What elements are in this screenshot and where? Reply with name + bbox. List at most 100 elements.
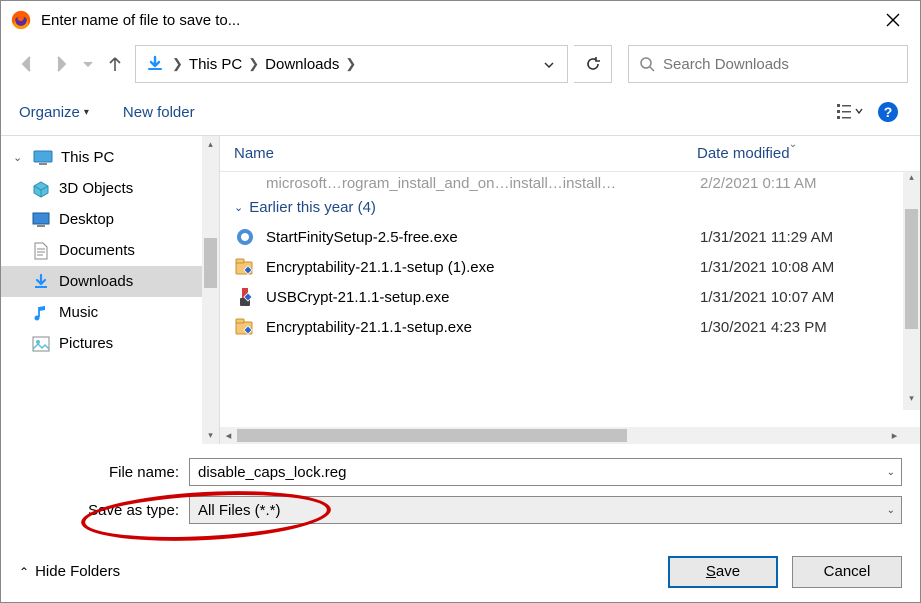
scroll-thumb[interactable] [237,429,627,442]
address-bar[interactable]: ❯ This PC ❯ Downloads ❯ [135,45,568,83]
save-label-rest: ave [716,563,740,580]
music-icon [31,303,51,323]
sidebar-label: This PC [61,149,114,166]
filename-input[interactable] [198,464,893,481]
pc-icon [33,148,53,168]
file-list: microsoft…rogram_install_and_on…install…… [220,172,920,427]
file-date: 1/31/2021 10:07 AM [700,289,920,306]
chevron-right-icon[interactable]: ❯ [341,56,360,72]
chevron-up-icon: ⌃ [19,565,29,579]
file-name: StartFinitySetup-2.5-free.exe [266,229,700,246]
firefox-icon [11,10,31,30]
exe-icon [234,226,256,248]
sort-desc-icon: ⌄ [789,139,797,150]
sidebar-pictures[interactable]: Pictures [1,328,219,359]
help-button[interactable]: ? [874,98,902,126]
up-button[interactable] [101,50,129,78]
titlebar: Enter name of file to save to... [1,1,920,39]
file-date: 1/31/2021 11:29 AM [700,229,920,246]
sidebar-desktop[interactable]: Desktop [1,204,219,235]
organize-label: Organize [19,104,80,121]
list-scrollbar-horizontal[interactable]: ◂ ▸ [220,427,920,444]
close-button[interactable] [870,1,916,39]
group-earlier-this-year[interactable]: ⌄ Earlier this year (4) [220,192,920,222]
downloads-icon [144,53,166,75]
file-name: Encryptability-21.1.1-setup.exe [266,319,700,336]
svg-text:?: ? [884,104,893,120]
inputs-area: File name: ⌄ Save as type: All Files (*.… [1,444,920,540]
recent-dropdown[interactable] [81,50,95,78]
cube-icon [31,179,51,199]
pictures-icon [31,334,51,354]
file-row[interactable]: Encryptability-21.1.1-setup (1).exe 1/31… [220,252,920,282]
scroll-left-icon[interactable]: ◂ [220,429,237,442]
file-date: 2/2/2021 0:11 AM [700,175,920,192]
document-icon [31,241,51,261]
address-dropdown[interactable] [537,55,561,73]
file-row[interactable]: StartFinitySetup-2.5-free.exe 1/31/2021 … [220,222,920,252]
filename-dropdown[interactable]: ⌄ [887,467,895,478]
chevron-right-icon[interactable]: ❯ [168,56,187,72]
save-as-type-value: All Files (*.*) [198,502,281,519]
sidebar-music[interactable]: Music [1,297,219,328]
hide-folders-button[interactable]: ⌃ Hide Folders [19,563,120,580]
breadcrumb-downloads[interactable]: Downloads [263,56,341,73]
sidebar-documents[interactable]: Documents [1,235,219,266]
save-as-type-combo[interactable]: All Files (*.*) ⌄ [189,496,902,524]
sidebar: ⌄ This PC 3D Objects Desktop Documents D… [1,136,220,444]
scroll-down-icon[interactable]: ▾ [903,393,920,410]
save-dialog: Enter name of file to save to... ❯ This … [0,0,921,603]
search-box[interactable] [628,45,908,83]
breadcrumb-this-pc[interactable]: This PC [187,56,244,73]
sidebar-label: Desktop [59,211,114,228]
column-date-modified[interactable]: ⌄ Date modified [683,145,903,162]
caret-down-icon: ▾ [84,107,89,118]
sidebar-label: Documents [59,242,135,259]
sidebar-3d-objects[interactable]: 3D Objects [1,173,219,204]
filename-field-wrapper: ⌄ [189,458,902,486]
sidebar-this-pc[interactable]: ⌄ This PC [1,142,219,173]
footer: ⌃ Hide Folders Save Cancel [1,540,920,602]
file-row[interactable]: Encryptability-21.1.1-setup.exe 1/30/202… [220,312,920,342]
file-name: USBCrypt-21.1.1-setup.exe [266,289,700,306]
chevron-right-icon[interactable]: ❯ [244,56,263,72]
scroll-right-icon[interactable]: ▸ [886,429,903,442]
sidebar-downloads[interactable]: Downloads [1,266,219,297]
installer-icon [234,316,256,338]
scroll-corner [903,427,920,444]
new-folder-button[interactable]: New folder [123,104,195,121]
sidebar-scrollbar[interactable]: ▴ ▾ [202,136,219,444]
sidebar-label: Downloads [59,273,133,290]
organize-menu[interactable]: Organize ▾ [19,104,89,121]
scroll-down-icon[interactable]: ▾ [202,427,219,444]
hide-folders-label: Hide Folders [35,563,120,580]
desktop-icon [31,210,51,230]
view-options-button[interactable] [836,98,864,126]
file-row[interactable]: microsoft…rogram_install_and_on…install…… [220,172,920,192]
save-button[interactable]: Save [668,556,778,588]
search-icon [639,56,655,72]
scroll-up-icon[interactable]: ▴ [202,136,219,153]
toolbar: Organize ▾ New folder ? [1,89,920,135]
search-input[interactable] [663,56,897,73]
column-headers: Name ⌄ Date modified [220,136,920,172]
window-title: Enter name of file to save to... [41,12,870,29]
file-area: Name ⌄ Date modified microsoft…rogram_in… [220,136,920,444]
scroll-up-icon[interactable]: ▴ [903,172,920,189]
scroll-thumb[interactable] [204,238,217,288]
column-name[interactable]: Name [220,145,683,162]
sidebar-label: Pictures [59,335,113,352]
forward-button[interactable] [47,50,75,78]
refresh-button[interactable] [574,45,612,83]
list-scrollbar-vertical[interactable]: ▴ ▾ [903,172,920,410]
caret-down-icon: ⌄ [13,151,25,164]
nav-row: ❯ This PC ❯ Downloads ❯ [1,39,920,89]
body: ⌄ This PC 3D Objects Desktop Documents D… [1,135,920,444]
back-button[interactable] [13,50,41,78]
group-label: Earlier this year (4) [249,199,376,216]
filename-label: File name: [19,464,189,481]
cancel-button[interactable]: Cancel [792,556,902,588]
combo-dropdown-icon: ⌄ [887,505,895,516]
file-row[interactable]: USBCrypt-21.1.1-setup.exe 1/31/2021 10:0… [220,282,920,312]
scroll-thumb[interactable] [905,209,918,329]
